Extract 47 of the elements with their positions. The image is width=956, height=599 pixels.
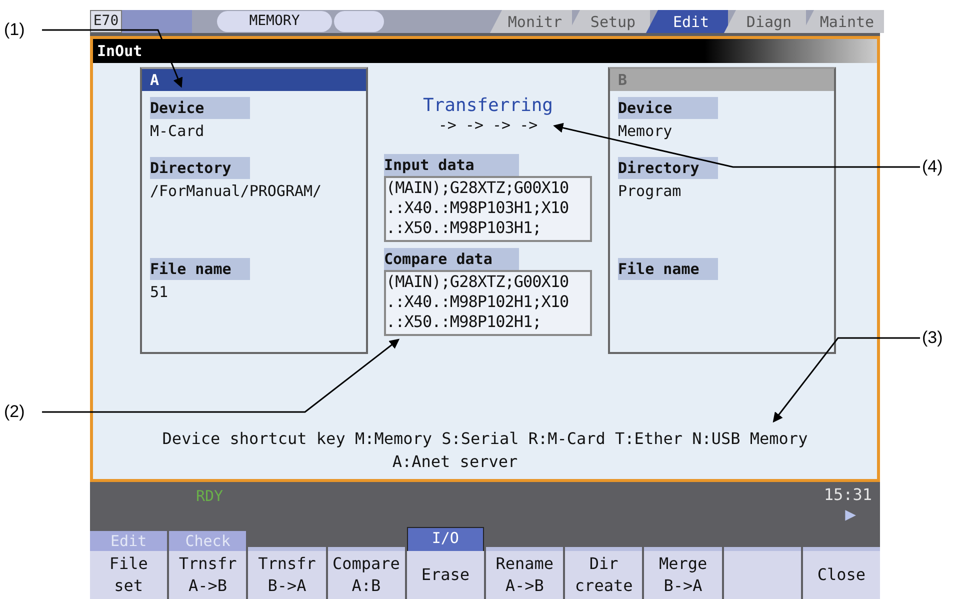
menu-tab[interactable]: Monitr: [490, 10, 572, 33]
softkey-blank[interactable]: [724, 547, 801, 599]
softkey-button[interactable]: Close: [802, 547, 880, 599]
softkey-button[interactable]: Compare A:B: [328, 547, 405, 599]
softkey-button[interactable]: Merge B->A: [644, 547, 722, 599]
field-value: 51: [150, 283, 170, 301]
ready-status: RDY: [196, 486, 224, 507]
field-value: Memory: [618, 122, 674, 140]
field-label: Directory: [618, 157, 718, 179]
panel-title: B: [610, 69, 834, 91]
softkey-button[interactable]: Trnsfr A->B: [169, 551, 246, 599]
field-value: M-Card: [150, 122, 206, 140]
next-page-arrow[interactable]: ▶: [845, 504, 856, 525]
field-label: Device: [618, 97, 718, 119]
menu-tab[interactable]: Edit: [646, 10, 728, 33]
data-preview: (MAIN);G28XTZ;G00X10 .:X40.:M98P103H1;X10 .:X50.:M98P103H1;: [384, 176, 592, 242]
header-block: [122, 10, 192, 33]
data-label: Input data: [384, 154, 519, 176]
clock-time: 15:31: [824, 485, 872, 504]
field-label: Directory: [150, 157, 250, 179]
callout-label: (2): [4, 402, 25, 422]
shortcut-help-text: A:Anet server: [392, 451, 518, 473]
field-value: /ForManual/PROGRAM/: [150, 182, 323, 200]
softkey-button[interactable]: Rename A->B: [486, 547, 564, 599]
callout-label: (3): [922, 328, 943, 348]
data-label: Compare data: [384, 248, 519, 270]
softkey-button[interactable]: Trnsfr B->A: [248, 547, 326, 599]
transfer-status: Transferring: [422, 95, 554, 116]
mode-indicator: MEMORY: [217, 11, 332, 32]
menu-tab[interactable]: Diagn: [724, 10, 806, 33]
field-value: Program: [618, 182, 682, 200]
machine-label: E70: [90, 10, 122, 33]
softkey-button[interactable]: File set: [90, 551, 168, 599]
window-title: InOut: [96, 42, 142, 60]
softkey-button[interactable]: Dir create: [565, 547, 642, 599]
panel-title: A: [142, 69, 366, 91]
field-label: File name: [150, 258, 250, 280]
data-preview: (MAIN);G28XTZ;G00X10 .:X40.:M98P102H1;X10 .:X50.:M98P102H1;: [384, 270, 592, 336]
transfer-arrows: -> -> -> ->: [437, 116, 539, 134]
softkey-button[interactable]: Erase: [406, 551, 484, 599]
mode-indicator-blank: [334, 11, 384, 32]
shortcut-help-text: Device shortcut key M:Memory S:Serial R:M-Card T:Ether N:USB Memory: [162, 428, 808, 450]
field-label: File name: [618, 258, 718, 280]
menu-group-tab[interactable]: I/O: [406, 527, 484, 551]
callout-label: (4): [922, 157, 943, 177]
callout-label: (1): [4, 20, 25, 40]
field-label: Device: [150, 97, 250, 119]
